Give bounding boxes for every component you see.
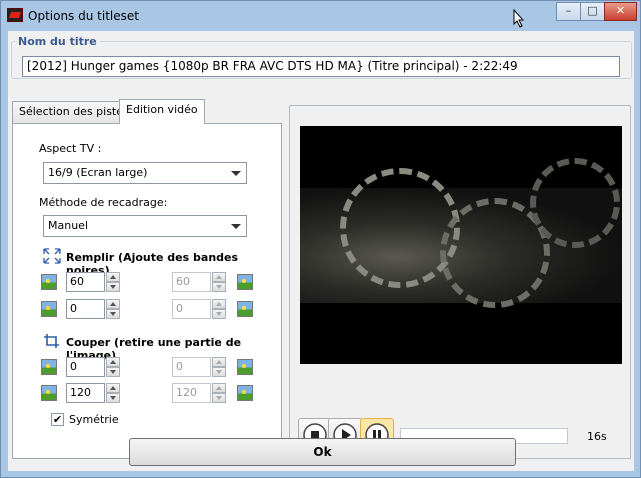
dialog-client: Nom du titre [2012] Hunger games {1080p …	[8, 31, 634, 471]
spin-up-button[interactable]	[106, 383, 120, 393]
fill-top-left-value[interactable]: 60	[66, 272, 105, 292]
fill-bottom-right-value: 0	[172, 299, 211, 319]
fill-bottom-right-spinner: 0	[172, 299, 226, 319]
crop-method-select[interactable]: Manuel	[43, 215, 247, 237]
spin-up-button[interactable]	[106, 357, 120, 367]
cut-bottom-left-spinner[interactable]: 120	[66, 383, 120, 403]
fill-bottom-image-icon	[41, 301, 57, 317]
playback-time: 16s	[587, 430, 607, 443]
spin-up-button[interactable]	[106, 299, 120, 309]
ok-button[interactable]: Ok	[129, 438, 516, 466]
fill-top-right-value: 60	[172, 272, 211, 292]
aspect-label: Aspect TV :	[39, 142, 102, 155]
video-edit-panel: Aspect TV : 16/9 (Ecran large) Méthode d…	[12, 123, 282, 459]
cut-bottom-right-spinner: 120	[172, 383, 226, 403]
spin-down-button[interactable]	[106, 367, 120, 377]
title-bar[interactable]: Options du titleset – □ ✕	[1, 1, 640, 31]
fill-bottom-left-spinner[interactable]: 0	[66, 299, 120, 319]
spin-down-button[interactable]	[106, 393, 120, 403]
title-group-label: Nom du titre	[15, 35, 100, 48]
fill-bottom-right-image-icon	[237, 301, 253, 317]
spin-down-button[interactable]	[106, 309, 120, 319]
chevron-down-icon	[231, 224, 241, 229]
fill-top-right-spinner: 60	[172, 272, 226, 292]
fill-top-left-spinner[interactable]: 60	[66, 272, 120, 292]
video-preview	[300, 126, 622, 364]
aspect-select[interactable]: 16/9 (Ecran large)	[43, 162, 247, 184]
title-name-input[interactable]: [2012] Hunger games {1080p BR FRA AVC DT…	[22, 56, 620, 77]
spin-up-button[interactable]	[106, 272, 120, 282]
cut-bottom-left-value[interactable]: 120	[66, 383, 105, 403]
expand-arrows-icon	[43, 248, 61, 264]
spin-up-button	[212, 299, 226, 309]
video-preview-panel: 16s	[289, 105, 631, 459]
cut-bottom-right-image-icon	[237, 385, 253, 401]
cut-top-right-spinner: 0	[172, 357, 226, 377]
spin-down-button	[212, 367, 226, 377]
maximize-button[interactable]: □	[580, 2, 605, 21]
cut-top-right-value: 0	[172, 357, 211, 377]
spin-up-button	[212, 383, 226, 393]
tab-track-selection[interactable]: Sélection des pistes	[12, 101, 136, 123]
app-icon	[7, 8, 23, 22]
crop-method-select-value: Manuel	[48, 219, 88, 232]
dialog-window: Options du titleset – □ ✕ Nom du titre […	[0, 0, 641, 478]
chevron-down-icon	[231, 171, 241, 176]
spin-down-button	[212, 309, 226, 319]
cut-top-left-spinner[interactable]: 0	[66, 357, 120, 377]
cut-top-image-icon	[41, 359, 57, 375]
spin-down-button	[212, 282, 226, 292]
aspect-select-value: 16/9 (Ecran large)	[48, 166, 148, 179]
spin-down-button	[212, 393, 226, 403]
fill-bottom-left-value[interactable]: 0	[66, 299, 105, 319]
window-title: Options du titleset	[28, 9, 139, 23]
cut-bottom-image-icon	[41, 385, 57, 401]
close-button[interactable]: ✕	[604, 2, 637, 21]
mouse-cursor-icon	[513, 9, 525, 28]
symmetry-label: Symétrie	[69, 413, 119, 426]
crop-icon	[44, 334, 59, 348]
fill-top-image-icon	[41, 274, 57, 290]
cut-bottom-right-value: 120	[172, 383, 211, 403]
cut-top-left-value[interactable]: 0	[66, 357, 105, 377]
fill-top-right-image-icon	[237, 274, 253, 290]
spin-up-button	[212, 357, 226, 367]
crop-method-label: Méthode de recadrage:	[39, 196, 168, 209]
tab-video-edit[interactable]: Edition vidéo	[119, 99, 205, 124]
video-frame	[300, 158, 622, 308]
spin-down-button[interactable]	[106, 282, 120, 292]
cut-top-right-image-icon	[237, 359, 253, 375]
spin-up-button	[212, 272, 226, 282]
minimize-button[interactable]: –	[556, 2, 581, 21]
gear-shape	[530, 158, 620, 248]
symmetry-checkbox[interactable]: ✔	[51, 413, 64, 426]
